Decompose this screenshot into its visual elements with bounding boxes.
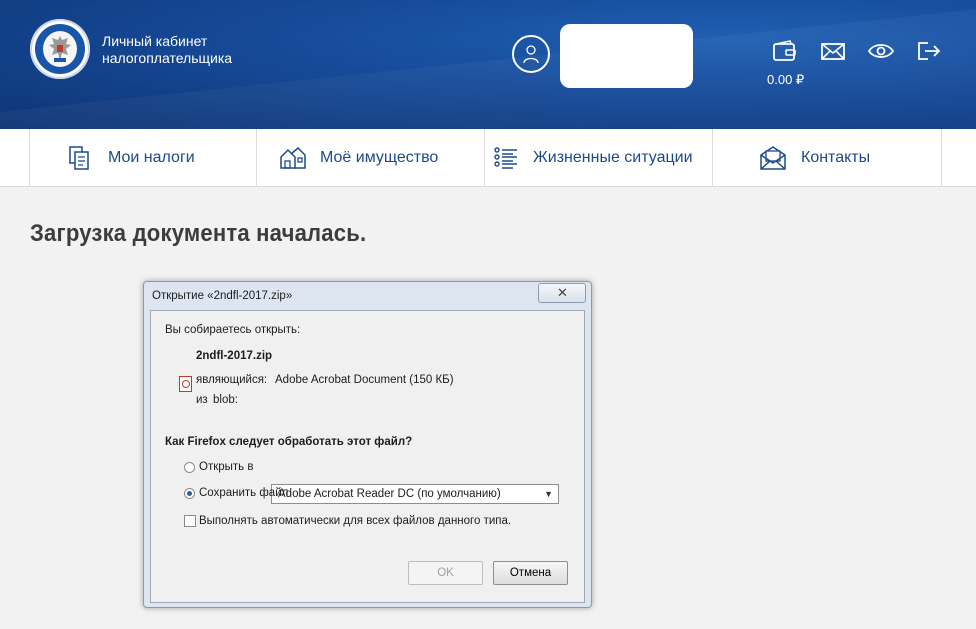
eagle-emblem-icon: [49, 36, 71, 62]
logout-icon[interactable]: [916, 40, 944, 64]
nav-label: Контакты: [801, 149, 871, 166]
mail-icon[interactable]: [820, 40, 848, 64]
close-icon: ✕: [557, 285, 568, 300]
file-name: 2ndfl-2017.zip: [196, 350, 273, 362]
site-header: Личный кабинет налогоплательщика 0.00 ₽: [0, 0, 976, 129]
application-select-value: Adobe Acrobat Reader DC (по умолчанию): [278, 488, 501, 500]
intro-text: Вы собираетесь открыть:: [165, 324, 301, 336]
nav-item-my-taxes[interactable]: Мои налоги: [29, 129, 257, 186]
save-file-radio[interactable]: [184, 488, 195, 499]
balance-amount: 0.00 ₽: [767, 72, 805, 87]
brand-title: Личный кабинет налогоплательщика: [102, 33, 232, 67]
file-type-value: Adobe Acrobat Document (150 КБ): [275, 374, 454, 386]
dialog-titlebar[interactable]: Открытие «2ndfl-2017.zip» ✕: [144, 282, 591, 310]
nav-item-contacts[interactable]: Контакты: [712, 129, 942, 186]
open-with-label[interactable]: Открыть в: [199, 461, 253, 473]
wallet-icon[interactable]: [772, 40, 800, 64]
file-source-value: blob:: [213, 394, 238, 406]
dialog-title: Открытие «2ndfl-2017.zip»: [152, 290, 293, 302]
file-open-dialog: Открытие «2ndfl-2017.zip» ✕ Вы собираете…: [143, 281, 592, 608]
page-title: Загрузка документа началась.: [30, 220, 367, 247]
auto-action-label[interactable]: Выполнять автоматически для всех файлов …: [199, 515, 511, 527]
dialog-close-button[interactable]: ✕: [538, 283, 586, 303]
file-source-label: из: [196, 394, 208, 406]
cancel-button[interactable]: Отмена: [493, 561, 568, 585]
houses-icon: [280, 146, 306, 169]
nav-label: Жизненные ситуации: [533, 149, 693, 166]
brand-line-1: Личный кабинет: [102, 33, 208, 49]
nav-item-my-property[interactable]: Моё имущество: [256, 129, 485, 186]
brand-line-2: налогоплательщика: [102, 50, 233, 66]
file-type-label: являющийся:: [196, 374, 268, 386]
nav-label: Мои налоги: [108, 149, 195, 166]
chevron-down-icon: ▼: [544, 489, 553, 499]
pdf-file-icon: [179, 376, 192, 392]
auto-action-checkbox[interactable]: [184, 515, 196, 527]
dialog-body: Вы собираетесь открыть: 2ndfl-2017.zip я…: [150, 310, 585, 603]
nav-label: Моё имущество: [320, 149, 439, 166]
main-nav: Мои налоги Моё имущество Жизненные ситуа…: [0, 129, 976, 187]
user-avatar[interactable]: [512, 35, 550, 73]
envelope-icon: [760, 146, 786, 170]
user-name-box[interactable]: [560, 24, 693, 88]
fns-logo[interactable]: [30, 19, 90, 79]
list-icon: [494, 147, 517, 169]
user-icon: [523, 45, 539, 64]
application-select[interactable]: Adobe Acrobat Reader DC (по умолчанию) ▼: [271, 484, 559, 504]
open-with-radio[interactable]: [184, 462, 195, 473]
nav-item-life-situations[interactable]: Жизненные ситуации: [484, 129, 713, 186]
handling-question: Как Firefox следует обработать этот файл…: [165, 436, 413, 448]
save-file-label[interactable]: Сохранить файл: [199, 487, 288, 499]
eye-icon[interactable]: [867, 40, 896, 64]
documents-icon: [69, 146, 89, 170]
ok-button[interactable]: OK: [408, 561, 483, 585]
